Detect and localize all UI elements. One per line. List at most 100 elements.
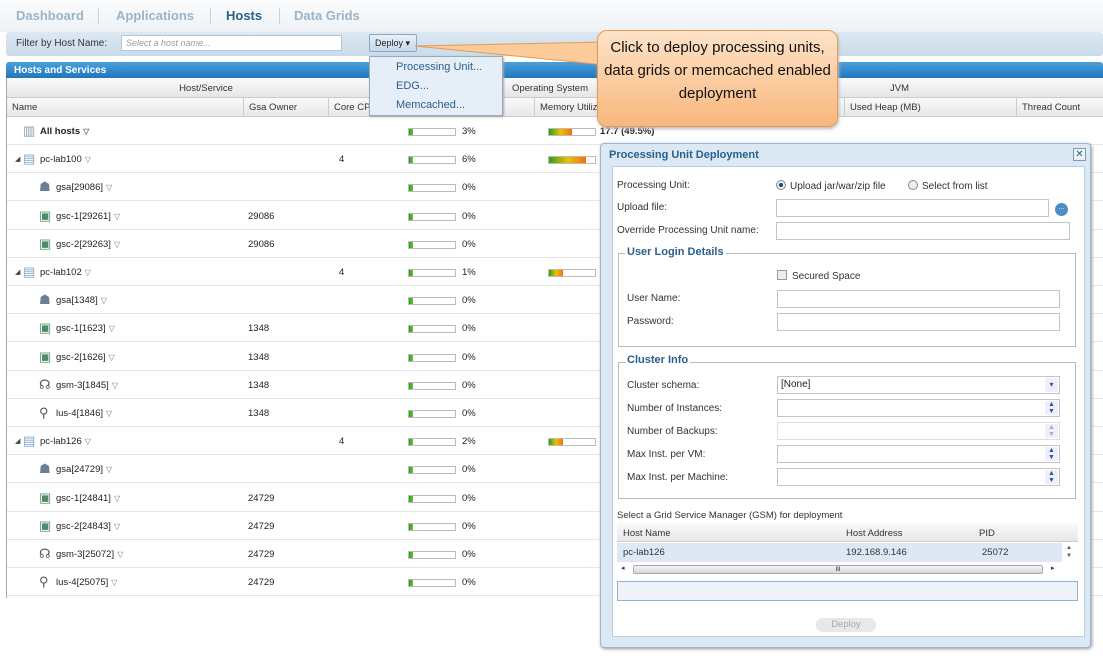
cpu-bar — [408, 438, 456, 447]
tab-applications[interactable]: Applications — [116, 8, 194, 23]
chevron-down-icon[interactable]: ▽ — [106, 409, 112, 418]
gsa-owner: 1348 — [248, 379, 270, 391]
spinner-icon[interactable]: ▲ ▼ — [1045, 424, 1058, 438]
memory-bar — [548, 156, 596, 165]
close-icon[interactable]: ✕ — [1073, 148, 1086, 161]
row-name[interactable]: gsa[29086] ▽ — [56, 182, 112, 193]
spinner-icon[interactable]: ▲ ▼ — [1045, 447, 1058, 461]
chevron-down-icon[interactable]: ▽ — [109, 353, 115, 362]
spinner-icon[interactable]: ▲ ▼ — [1045, 470, 1058, 484]
override-name-input[interactable] — [776, 222, 1070, 240]
row-name[interactable]: gsc-1[24841] ▽ — [56, 493, 120, 504]
chevron-down-icon[interactable]: ▽ — [114, 494, 120, 503]
cpu-bar — [408, 410, 456, 418]
tab-hosts[interactable]: Hosts — [226, 8, 262, 23]
chevron-down-icon[interactable]: ▽ — [111, 578, 117, 587]
row-name[interactable]: All hosts ▽ — [40, 126, 89, 137]
scroll-left-icon[interactable]: ◂ — [621, 564, 625, 572]
collapse-icon[interactable]: ◢ — [15, 155, 20, 163]
chevron-down-icon[interactable]: ▽ — [106, 183, 112, 192]
max-per-machine-label: Max Inst. per Machine: — [627, 472, 729, 483]
row-name[interactable]: gsc-2[29263] ▽ — [56, 239, 120, 250]
row-name[interactable]: lus-4[1846] ▽ — [56, 408, 112, 419]
cluster-schema-select[interactable]: [None] ▾ — [777, 376, 1060, 394]
gsm-col-host-name[interactable]: Host Name — [623, 528, 671, 539]
cpu-percent: 3% — [462, 126, 476, 137]
host-icon: ▤ — [23, 151, 36, 167]
chevron-down-icon[interactable]: ▽ — [106, 465, 112, 474]
backups-spinner[interactable]: ▲ ▼ — [777, 422, 1060, 440]
table-row[interactable]: ▥ All hosts ▽ 3% 17.7 (49.5%) — [7, 117, 1103, 145]
menu-item-edg[interactable]: EDG... — [396, 80, 429, 92]
chevron-down-icon[interactable]: ▽ — [83, 127, 89, 136]
row-name[interactable]: gsc-1[29261] ▽ — [56, 211, 120, 222]
row-name[interactable]: pc-lab100 ▽ — [40, 154, 91, 165]
row-name[interactable]: gsc-2[1626] ▽ — [56, 352, 115, 363]
row-name-text: gsa[29086] — [56, 182, 104, 194]
vertical-scrollbar[interactable]: ▲ ▼ — [1063, 544, 1075, 562]
upload-file-input[interactable] — [776, 199, 1049, 217]
gsm-table-row[interactable]: pc-lab126 192.168.9.146 25072 — [617, 543, 1062, 562]
tab-data-grids[interactable]: Data Grids — [294, 8, 360, 23]
chevron-down-icon[interactable]: ▽ — [114, 212, 120, 221]
chevron-down-icon[interactable]: ▽ — [85, 155, 91, 164]
row-name-text: pc-lab102 — [40, 267, 82, 278]
user-name-input[interactable] — [777, 290, 1060, 308]
gsm-col-host-address[interactable]: Host Address — [846, 528, 903, 539]
horizontal-scrollbar[interactable]: ◂ III ▸ — [617, 564, 1062, 576]
spinner-icon[interactable]: ▲ ▼ — [1045, 401, 1058, 415]
column-header-thread-count[interactable]: Thread Count — [1017, 98, 1103, 117]
radio-upload[interactable]: Upload jar/war/zip file — [776, 180, 886, 192]
chevron-down-icon[interactable]: ▽ — [114, 522, 120, 531]
server-cluster-icon: ▥ — [23, 123, 36, 138]
row-name[interactable]: gsm-3[25072] ▽ — [56, 549, 123, 560]
max-per-vm-spinner[interactable]: ▲ ▼ — [777, 445, 1060, 463]
collapse-icon[interactable]: ◢ — [15, 268, 20, 276]
tab-divider — [98, 8, 99, 24]
gsa-owner: 24729 — [248, 520, 275, 532]
scroll-right-icon[interactable]: ▸ — [1051, 564, 1055, 572]
row-name-text: gsc-2[29263] — [56, 238, 111, 250]
gsc-container-icon: ▣ — [39, 320, 52, 336]
row-name[interactable]: pc-lab126 ▽ — [40, 436, 91, 447]
max-per-vm-label: Max Inst. per VM: — [627, 449, 706, 460]
column-header-gsa-owner[interactable]: Gsa Owner — [244, 98, 329, 117]
row-name[interactable]: gsa[1348] ▽ — [56, 295, 107, 306]
max-per-machine-spinner[interactable]: ▲ ▼ — [777, 468, 1060, 486]
deploy-button[interactable]: Deploy — [816, 618, 876, 632]
password-input[interactable] — [777, 313, 1060, 331]
row-name-text: gsa[24729] — [56, 464, 104, 476]
row-name[interactable]: gsc-2[24843] ▽ — [56, 521, 120, 532]
collapse-icon[interactable]: ◢ — [15, 437, 20, 445]
row-name[interactable]: pc-lab102 ▽ — [40, 267, 91, 278]
row-name[interactable]: lus-4[25075] ▽ — [56, 577, 117, 588]
scroll-thumb[interactable]: III — [633, 565, 1043, 574]
tab-dashboard[interactable]: Dashboard — [16, 8, 84, 23]
upload-label: Upload file: — [617, 202, 668, 213]
chevron-down-icon[interactable]: ▽ — [112, 381, 118, 390]
menu-item-memcached[interactable]: Memcached... — [396, 99, 465, 111]
dialog-body: Processing Unit: Upload jar/war/zip file… — [612, 166, 1085, 637]
core-count: 4 — [339, 154, 345, 166]
chevron-down-icon[interactable]: ▽ — [85, 437, 91, 446]
cpu-percent: 2% — [462, 436, 476, 448]
row-name[interactable]: gsa[24729] ▽ — [56, 464, 112, 475]
cpu-percent: 0% — [462, 323, 476, 335]
row-name[interactable]: gsc-1[1623] ▽ — [56, 323, 115, 334]
column-header-used-heap[interactable]: Used Heap (MB) — [845, 98, 1017, 117]
chevron-down-icon[interactable]: ▽ — [85, 268, 91, 277]
cpu-percent: 0% — [462, 182, 476, 194]
chevron-down-icon[interactable]: ▽ — [109, 324, 115, 333]
secured-space-checkbox[interactable]: Secured Space — [777, 270, 860, 282]
chevron-down-icon[interactable]: ▽ — [101, 296, 107, 305]
tab-divider — [210, 8, 211, 24]
chevron-down-icon[interactable]: ▽ — [114, 240, 120, 249]
instances-spinner[interactable]: ▲ ▼ — [777, 399, 1060, 417]
gsm-col-pid[interactable]: PID — [979, 528, 995, 539]
radio-select-list[interactable]: Select from list — [908, 180, 988, 192]
browse-icon[interactable]: … — [1055, 203, 1068, 216]
chevron-down-icon[interactable]: ▽ — [117, 550, 123, 559]
column-header-name[interactable]: Name — [7, 98, 244, 117]
host-name-filter-input[interactable]: Select a host name... — [121, 35, 342, 51]
row-name[interactable]: gsm-3[1845] ▽ — [56, 380, 118, 391]
